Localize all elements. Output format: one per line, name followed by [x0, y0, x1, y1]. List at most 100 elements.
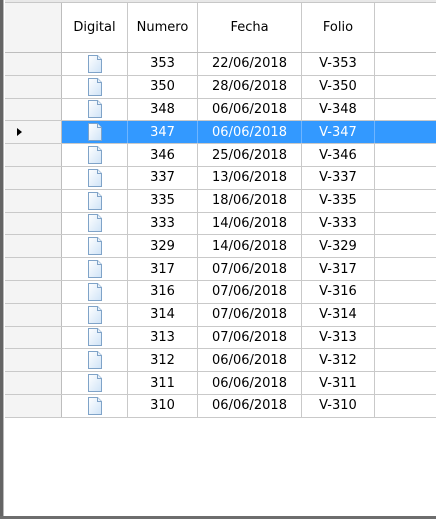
- cell-digital[interactable]: [62, 189, 128, 212]
- cell-digital[interactable]: [62, 121, 128, 144]
- column-header-folio[interactable]: Folio: [302, 3, 375, 52]
- row-selector[interactable]: [5, 280, 62, 303]
- cell-numero[interactable]: 346: [128, 144, 198, 166]
- cell-folio[interactable]: V-335: [302, 189, 375, 212]
- table-row[interactable]: 346 25/06/2018 V-346: [5, 144, 436, 167]
- cell-folio[interactable]: V-312: [302, 349, 375, 372]
- row-selector[interactable]: [5, 144, 62, 166]
- cell-digital[interactable]: [62, 258, 128, 280]
- cell-digital[interactable]: [62, 166, 128, 189]
- cell-numero[interactable]: 310: [128, 394, 198, 417]
- cell-digital[interactable]: [62, 212, 128, 235]
- cell-fecha[interactable]: 06/06/2018: [198, 394, 302, 417]
- table-row[interactable]: 314 07/06/2018 V-314: [5, 303, 436, 327]
- cell-digital[interactable]: [62, 394, 128, 417]
- row-selector[interactable]: [5, 326, 62, 349]
- cell-folio[interactable]: V-316: [302, 280, 375, 303]
- cell-digital[interactable]: [62, 98, 128, 121]
- cell-folio[interactable]: V-313: [302, 326, 375, 349]
- row-selector[interactable]: [5, 394, 62, 417]
- cell-folio[interactable]: V-346: [302, 144, 375, 166]
- cell-fecha[interactable]: 07/06/2018: [198, 326, 302, 349]
- table-row[interactable]: 337 13/06/2018 V-337: [5, 166, 436, 190]
- cell-numero[interactable]: 314: [128, 303, 198, 326]
- cell-fecha[interactable]: 06/06/2018: [198, 372, 302, 394]
- row-selector[interactable]: [5, 98, 62, 121]
- cell-folio[interactable]: V-329: [302, 235, 375, 258]
- cell-fecha[interactable]: 06/06/2018: [198, 349, 302, 372]
- cell-fecha[interactable]: 18/06/2018: [198, 189, 302, 212]
- table-row[interactable]: 350 28/06/2018 V-350: [5, 75, 436, 99]
- cell-digital[interactable]: [62, 372, 128, 394]
- table-row[interactable]: 348 06/06/2018 V-348: [5, 98, 436, 122]
- cell-folio[interactable]: V-314: [302, 303, 375, 326]
- cell-folio[interactable]: V-347: [302, 121, 375, 144]
- cell-digital[interactable]: [62, 280, 128, 303]
- cell-digital[interactable]: [62, 349, 128, 372]
- row-selector[interactable]: [5, 303, 62, 326]
- table-row[interactable]: 335 18/06/2018 V-335: [5, 189, 436, 213]
- table-row[interactable]: 310 06/06/2018 V-310: [5, 394, 436, 418]
- table-row[interactable]: 317 07/06/2018 V-317: [5, 258, 436, 281]
- cell-numero[interactable]: 313: [128, 326, 198, 349]
- column-header-numero[interactable]: Numero: [128, 3, 198, 52]
- data-grid[interactable]: Digital Numero Fecha Folio 353 22/06/2018…: [5, 3, 436, 418]
- table-row[interactable]: 353 22/06/2018 V-353: [5, 53, 436, 76]
- cell-fecha[interactable]: 22/06/2018: [198, 53, 302, 75]
- row-selector[interactable]: [5, 53, 62, 75]
- row-selector[interactable]: [5, 212, 62, 235]
- cell-fecha[interactable]: 07/06/2018: [198, 280, 302, 303]
- cell-numero[interactable]: 353: [128, 53, 198, 75]
- cell-folio[interactable]: V-310: [302, 394, 375, 417]
- cell-digital[interactable]: [62, 75, 128, 98]
- cell-fecha[interactable]: 14/06/2018: [198, 235, 302, 258]
- cell-folio[interactable]: V-311: [302, 372, 375, 394]
- cell-folio[interactable]: V-348: [302, 98, 375, 121]
- table-row-selected[interactable]: 347 06/06/2018 V-347: [5, 121, 436, 145]
- cell-folio[interactable]: V-333: [302, 212, 375, 235]
- row-header-corner[interactable]: [5, 3, 62, 52]
- cell-numero[interactable]: 348: [128, 98, 198, 121]
- cell-digital[interactable]: [62, 53, 128, 75]
- row-selector[interactable]: [5, 75, 62, 98]
- cell-folio[interactable]: V-350: [302, 75, 375, 98]
- table-row[interactable]: 329 14/06/2018 V-329: [5, 235, 436, 259]
- column-header-fecha[interactable]: Fecha: [198, 3, 302, 52]
- cell-digital[interactable]: [62, 235, 128, 258]
- cell-folio[interactable]: V-353: [302, 53, 375, 75]
- cell-numero[interactable]: 311: [128, 372, 198, 394]
- cell-digital[interactable]: [62, 144, 128, 166]
- cell-fecha[interactable]: 07/06/2018: [198, 258, 302, 280]
- cell-folio[interactable]: V-317: [302, 258, 375, 280]
- cell-folio[interactable]: V-337: [302, 166, 375, 189]
- row-selector[interactable]: [5, 235, 62, 258]
- cell-digital[interactable]: [62, 303, 128, 326]
- row-selector[interactable]: [5, 258, 62, 280]
- cell-numero[interactable]: 312: [128, 349, 198, 372]
- column-header-digital[interactable]: Digital: [62, 3, 128, 52]
- cell-numero[interactable]: 317: [128, 258, 198, 280]
- row-selector[interactable]: [5, 189, 62, 212]
- table-row[interactable]: 316 07/06/2018 V-316: [5, 280, 436, 304]
- row-selector[interactable]: [5, 166, 62, 189]
- cell-fecha[interactable]: 14/06/2018: [198, 212, 302, 235]
- table-row[interactable]: 333 14/06/2018 V-333: [5, 212, 436, 236]
- cell-numero[interactable]: 350: [128, 75, 198, 98]
- cell-numero[interactable]: 347: [128, 121, 198, 144]
- row-selector[interactable]: [5, 121, 62, 144]
- cell-fecha[interactable]: 25/06/2018: [198, 144, 302, 166]
- cell-fecha[interactable]: 28/06/2018: [198, 75, 302, 98]
- cell-numero[interactable]: 337: [128, 166, 198, 189]
- row-selector[interactable]: [5, 349, 62, 372]
- cell-numero[interactable]: 316: [128, 280, 198, 303]
- cell-fecha[interactable]: 07/06/2018: [198, 303, 302, 326]
- cell-fecha[interactable]: 06/06/2018: [198, 121, 302, 144]
- cell-numero[interactable]: 329: [128, 235, 198, 258]
- cell-fecha[interactable]: 06/06/2018: [198, 98, 302, 121]
- cell-digital[interactable]: [62, 326, 128, 349]
- table-row[interactable]: 312 06/06/2018 V-312: [5, 349, 436, 373]
- table-row[interactable]: 313 07/06/2018 V-313: [5, 326, 436, 350]
- cell-fecha[interactable]: 13/06/2018: [198, 166, 302, 189]
- table-row[interactable]: 311 06/06/2018 V-311: [5, 372, 436, 395]
- cell-numero[interactable]: 335: [128, 189, 198, 212]
